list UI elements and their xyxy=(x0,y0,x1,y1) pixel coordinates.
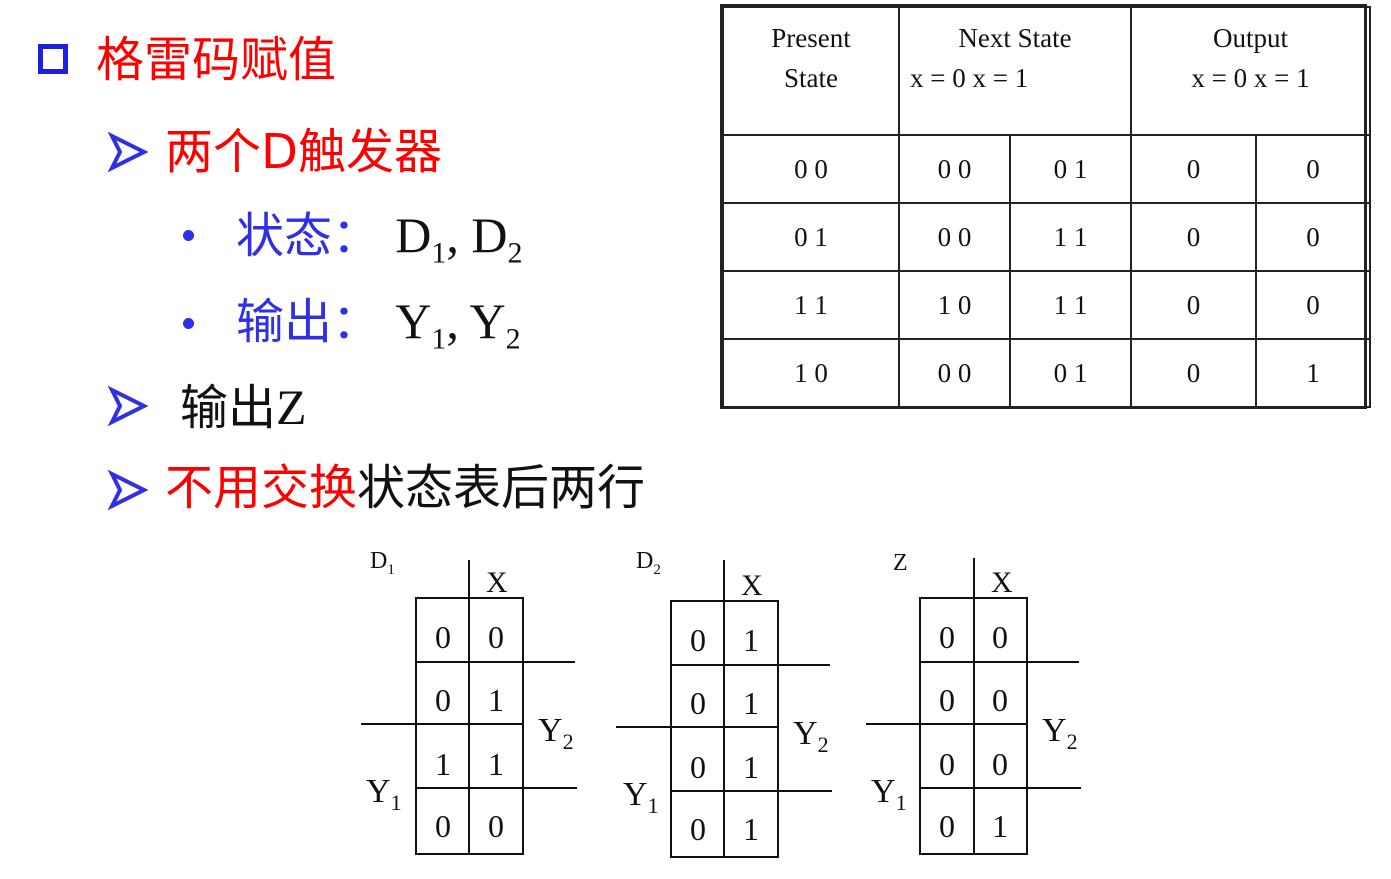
svg-text:0: 0 xyxy=(488,808,504,844)
svg-text:Y2: Y2 xyxy=(793,715,829,757)
heading: 格雷码赋值 xyxy=(96,32,337,88)
svg-text:0: 0 xyxy=(939,682,955,718)
svg-text:Y1: Y1 xyxy=(871,773,907,815)
dot-bullet-icon xyxy=(183,318,194,329)
arrow-bullet-icon xyxy=(108,386,148,426)
svg-text:Y1: Y1 xyxy=(366,773,402,815)
dot-bullet-icon xyxy=(183,230,194,241)
state-line: 状态： D1, D2 xyxy=(236,210,523,269)
svg-text:1: 1 xyxy=(743,811,759,847)
state-table: Present State Next State x = 0 x = 1 Outp… xyxy=(722,6,1371,408)
kmap-d1: D1 X 0 0 0 1 1 1 0 0 Y2 Y1 xyxy=(361,548,577,855)
svg-text:Y2: Y2 xyxy=(538,712,574,754)
svg-text:0: 0 xyxy=(992,746,1008,782)
svg-text:0: 0 xyxy=(435,619,451,655)
svg-text:Y2: Y2 xyxy=(1042,712,1078,754)
state-label: 状态： xyxy=(236,208,381,264)
kmap-z: Z X 0 0 0 0 0 0 0 1 Y2 Y1 xyxy=(866,550,1081,855)
comma: , xyxy=(446,293,459,349)
arrow-bullet-icon xyxy=(108,132,148,172)
svg-text:1: 1 xyxy=(488,682,504,718)
item-no-swap: 不用交换状态表后两行 xyxy=(165,464,645,512)
header-present-state: Present State xyxy=(722,6,900,136)
svg-text:0: 0 xyxy=(690,811,706,847)
output-line: 输出： Y1, Y2 xyxy=(236,296,521,355)
kmap-x-label: X xyxy=(741,569,763,602)
svg-text:1: 1 xyxy=(992,808,1008,844)
header-next-state: Next State x = 0 x = 1 xyxy=(898,6,1132,136)
svg-text:1: 1 xyxy=(435,746,451,782)
svg-text:1: 1 xyxy=(743,749,759,785)
no-swap-black-text: 状态表后两行 xyxy=(357,460,646,516)
kmap-d2: D2 X 0 1 0 1 0 1 0 1 Y2 Y1 xyxy=(616,548,832,858)
output-z-label: 输出 xyxy=(180,380,277,436)
svg-text:0: 0 xyxy=(939,808,955,844)
svg-text:0: 0 xyxy=(690,685,706,721)
svg-text:0: 0 xyxy=(939,746,955,782)
kmap-area: D1 X 0 0 0 1 1 1 0 0 Y2 Y1 D2 X 0 1 0 1 … xyxy=(361,548,1081,858)
svg-text:Y1: Y1 xyxy=(623,776,659,818)
var-z: Z xyxy=(276,379,307,435)
kmap-title: D1 xyxy=(370,548,395,578)
svg-text:1: 1 xyxy=(488,746,504,782)
table-row: 1 00 00 101 xyxy=(722,338,1371,408)
item-two-d-flipflops: 两个D触发器 xyxy=(165,124,442,180)
svg-text:0: 0 xyxy=(992,682,1008,718)
output-label: 输出： xyxy=(236,294,381,350)
table-row: 0 10 01 100 xyxy=(722,202,1371,272)
svg-text:0: 0 xyxy=(690,749,706,785)
svg-text:0: 0 xyxy=(992,619,1008,655)
table-row: 1 11 01 100 xyxy=(722,270,1371,340)
comma: , xyxy=(446,207,459,263)
square-bullet-icon xyxy=(38,44,68,74)
var-y: Y xyxy=(395,293,432,349)
var-sub: 2 xyxy=(507,236,523,270)
svg-text:1: 1 xyxy=(743,622,759,658)
svg-text:0: 0 xyxy=(939,619,955,655)
var-y: Y xyxy=(469,293,506,349)
var-sub: 1 xyxy=(431,236,447,270)
var-d: D xyxy=(471,207,508,263)
table-row: 0 0 0 0 0 1 0 0 xyxy=(722,134,1371,204)
kmap-title: D2 xyxy=(636,548,661,578)
svg-text:0: 0 xyxy=(435,682,451,718)
item-output-z: 输出Z xyxy=(180,382,307,432)
svg-text:0: 0 xyxy=(690,622,706,658)
kmap-x-label: X xyxy=(486,566,508,599)
var-sub: 1 xyxy=(431,322,447,356)
svg-text:1: 1 xyxy=(743,685,759,721)
arrow-bullet-icon xyxy=(108,470,148,510)
var-sub: 2 xyxy=(505,322,521,356)
no-swap-red-text: 不用交换 xyxy=(165,460,358,516)
kmap-x-label: X xyxy=(991,566,1013,599)
var-d: D xyxy=(395,207,432,263)
svg-text:0: 0 xyxy=(435,808,451,844)
svg-text:0: 0 xyxy=(488,619,504,655)
kmap-title: Z xyxy=(893,550,908,576)
header-output: Output x = 0 x = 1 xyxy=(1130,6,1371,136)
